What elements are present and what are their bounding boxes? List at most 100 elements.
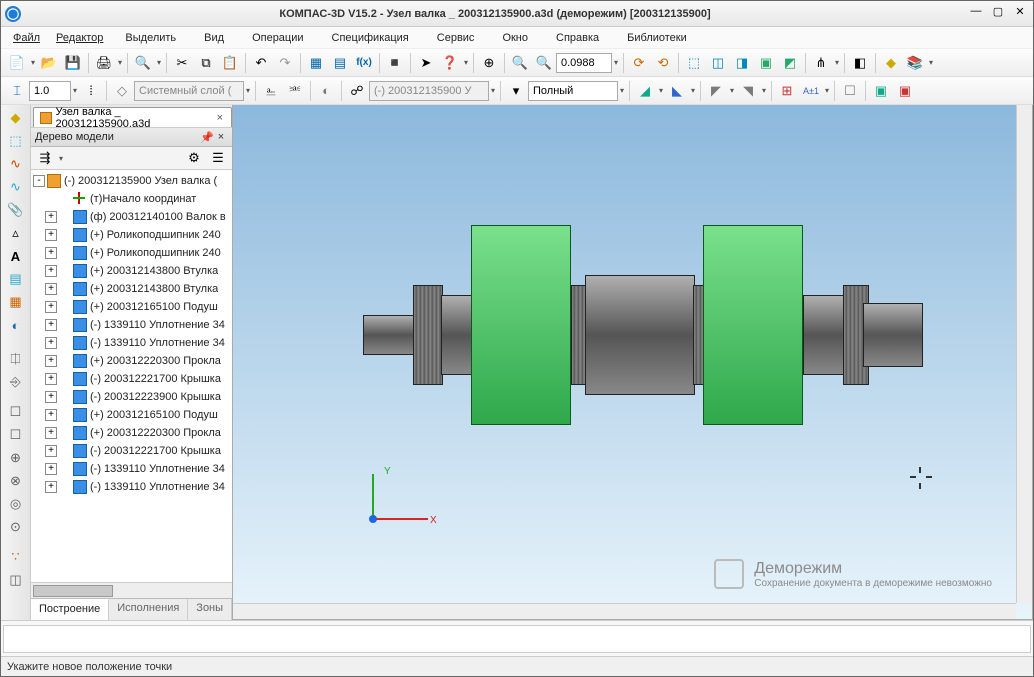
tree-twisty-icon[interactable]: +	[45, 355, 57, 367]
tree-node[interactable]: +(-) 1339110 Уплотнение 34	[31, 460, 232, 478]
tree-node[interactable]: (т)Начало координат	[31, 190, 232, 208]
tree-twisty-icon[interactable]: +	[45, 481, 57, 493]
color-icon[interactable]: ◆	[880, 52, 902, 74]
annot2-icon[interactable]: A±1	[800, 80, 822, 102]
stop-icon[interactable]: ◾	[384, 52, 406, 74]
tree-twisty-icon[interactable]: -	[33, 175, 45, 187]
lt-c5-icon[interactable]: ◎	[4, 493, 28, 515]
layer-icon[interactable]: ◇	[111, 80, 133, 102]
maximize-button[interactable]: ▢	[989, 5, 1007, 23]
open-icon[interactable]: 📂	[38, 52, 60, 74]
menu-help[interactable]: Справка	[544, 30, 611, 46]
solid1-icon[interactable]: ⬚	[683, 52, 705, 74]
tree-twisty-icon[interactable]: +	[45, 445, 57, 457]
tree-twisty-icon[interactable]: +	[45, 319, 57, 331]
tree-twisty-icon[interactable]: +	[45, 211, 57, 223]
lt-join-icon[interactable]: ∿	[4, 153, 28, 175]
redo-icon[interactable]: ↷	[274, 52, 296, 74]
tree-twisty-icon[interactable]: +	[45, 409, 57, 421]
lt-b2-icon[interactable]: ⎆	[4, 371, 28, 393]
solid3-icon[interactable]: ◨	[731, 52, 753, 74]
menu-window[interactable]: Окно	[490, 30, 540, 46]
preview-icon[interactable]: 🔍	[132, 52, 154, 74]
model-tree[interactable]: -(-) 200312135900 Узел валка ((т)Начало …	[31, 169, 232, 582]
close-button[interactable]: ✕	[1011, 5, 1029, 23]
lt-dim-icon[interactable]: ▵	[4, 222, 28, 244]
tree-node[interactable]: +(+) 200312165100 Подуш	[31, 298, 232, 316]
lt-c4-icon[interactable]: ⊗	[4, 470, 28, 492]
document-tab[interactable]: Узел валка _ 200312135900.a3d ×	[33, 107, 232, 127]
lt-c2-icon[interactable]: ☐	[4, 424, 28, 446]
lib-icon[interactable]: 📚	[904, 52, 926, 74]
t2c-icon[interactable]: ◐	[315, 80, 337, 102]
paste-icon[interactable]: 📋	[219, 52, 241, 74]
shade-b-icon[interactable]: ◣	[666, 80, 688, 102]
lt-sec-icon[interactable]: ◐	[4, 314, 28, 336]
cube2-icon[interactable]: ▣	[894, 80, 916, 102]
tree-node[interactable]: +(+) 200312143800 Втулка	[31, 262, 232, 280]
tree-node[interactable]: +(+) Роликоподшипник 240	[31, 226, 232, 244]
shade-d-icon[interactable]: ◥	[737, 80, 759, 102]
tree-twisty-icon[interactable]: +	[45, 247, 57, 259]
menu-editor[interactable]: Редактор	[50, 30, 109, 46]
tree-node[interactable]: +(-) 1339110 Уплотнение 34	[31, 316, 232, 334]
tree-node[interactable]: +(+) 200312165100 Подуш	[31, 406, 232, 424]
lt-c1-icon[interactable]: ☐	[4, 401, 28, 423]
viewport-vscroll[interactable]	[1016, 105, 1032, 603]
copy-icon[interactable]: ⧉	[195, 52, 217, 74]
lt-sketch-icon[interactable]: ∿	[4, 176, 28, 198]
lt-a-icon[interactable]: A	[4, 245, 28, 267]
menu-view[interactable]: Вид	[192, 30, 236, 46]
viewport-hscroll[interactable]	[233, 603, 1016, 619]
menu-select[interactable]: Выделить	[113, 30, 188, 46]
tree-twisty-icon[interactable]: +	[45, 229, 57, 241]
tree-node[interactable]: +(-) 200312221700 Крышка	[31, 370, 232, 388]
t2b-icon[interactable]: ⎃	[284, 80, 306, 102]
tree-twisty-icon[interactable]	[59, 193, 71, 205]
tree-twisty-icon[interactable]: +	[45, 373, 57, 385]
tree-node[interactable]: +(-) 200312223900 Крышка	[31, 388, 232, 406]
tree-twisty-icon[interactable]: +	[45, 301, 57, 313]
pointer-icon[interactable]: ➤	[415, 52, 437, 74]
orbit-icon[interactable]: ⟲	[652, 52, 674, 74]
shade-c-icon[interactable]: ◤	[705, 80, 727, 102]
panel-close-icon[interactable]: ×	[214, 131, 228, 143]
viewmode-icon[interactable]: ▾	[505, 80, 527, 102]
command-panel[interactable]	[3, 625, 1031, 653]
undo-icon[interactable]: ↶	[250, 52, 272, 74]
shaded2-icon[interactable]: ◩	[779, 52, 801, 74]
lt-pal-icon[interactable]: ▦	[4, 291, 28, 313]
tree-twisty-icon[interactable]: +	[45, 283, 57, 295]
tree-node[interactable]: +(+) 200312220300 Прокла	[31, 424, 232, 442]
zoom-fit-icon[interactable]: ⊕	[478, 52, 500, 74]
new-icon[interactable]: 📄	[6, 52, 28, 74]
tree-node[interactable]: +(ф) 200312140100 Валок в	[31, 208, 232, 226]
minimize-button[interactable]: —	[967, 5, 985, 23]
menu-service[interactable]: Сервис	[425, 30, 487, 46]
tree-node[interactable]: +(-) 200312221700 Крышка	[31, 442, 232, 460]
tree-filter-icon[interactable]: ☰	[207, 147, 229, 169]
tree-twisty-icon[interactable]: +	[45, 337, 57, 349]
misc1-icon[interactable]: ◧	[849, 52, 871, 74]
annot-icon[interactable]: ⊞	[776, 80, 798, 102]
persp-icon[interactable]: ⋔	[810, 52, 832, 74]
zoom-input[interactable]	[556, 53, 612, 73]
tab-build[interactable]: Построение	[31, 599, 109, 620]
tree-node[interactable]: +(-) 1339110 Уплотнение 34	[31, 478, 232, 496]
lt-c6-icon[interactable]: ⊙	[4, 516, 28, 538]
tab-executions[interactable]: Исполнения	[109, 599, 188, 620]
save-icon[interactable]: 💾	[62, 52, 84, 74]
tree-node[interactable]: +(+) 200312220300 Прокла	[31, 352, 232, 370]
spec2-icon[interactable]: ▤	[329, 52, 351, 74]
tree-settings-icon[interactable]: ⚙	[183, 147, 205, 169]
zoom-window-icon[interactable]: 🔍	[533, 52, 555, 74]
zoom-in-icon[interactable]: 🔍	[509, 52, 531, 74]
tree-node[interactable]: +(-) 1339110 Уплотнение 34	[31, 334, 232, 352]
lt-cube-icon[interactable]: ⬚	[4, 130, 28, 152]
linestyle-icon[interactable]: ⌶	[6, 80, 28, 102]
viewport-3d[interactable]: Y X Деморежим Сохранение документа в дем…	[233, 105, 1033, 620]
shaded-icon[interactable]: ▣	[755, 52, 777, 74]
lt-props-icon[interactable]: ▤	[4, 268, 28, 290]
spec-icon[interactable]: ▦	[305, 52, 327, 74]
fx-icon[interactable]: f(x)	[353, 52, 375, 74]
